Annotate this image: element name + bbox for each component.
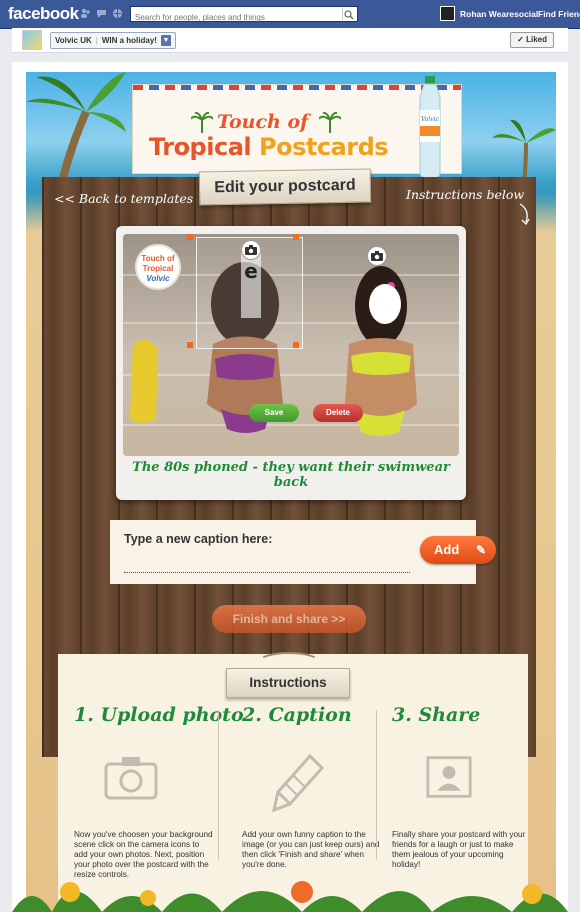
- finish-and-share-button[interactable]: Finish and share >>: [212, 605, 366, 633]
- svg-text:Volvic: Volvic: [421, 116, 440, 123]
- page-name-link[interactable]: Volvic UK: [55, 36, 92, 45]
- user-name-link[interactable]: Rohan Wearesocial: [460, 9, 538, 19]
- search-input[interactable]: [131, 10, 339, 25]
- checkmark-icon: ✓: [517, 35, 527, 44]
- facebook-logo[interactable]: facebook: [8, 4, 79, 24]
- add-caption-button[interactable]: Add ✎: [420, 536, 496, 564]
- badge-line1: Touch of: [141, 254, 175, 263]
- liked-label: Liked: [526, 35, 547, 44]
- notifications-icon[interactable]: [112, 8, 123, 19]
- resize-handle-bottom-right[interactable]: [293, 342, 299, 348]
- resize-handle-bottom-left[interactable]: [187, 342, 193, 348]
- column-divider: [218, 710, 219, 860]
- step-title: 2. Caption: [242, 704, 352, 726]
- caption-label: Type a new caption here:: [124, 532, 273, 546]
- page-breadcrumb[interactable]: Volvic UK | WIN a holiday! ▼: [50, 32, 176, 49]
- find-friends-link[interactable]: Find Friends: [538, 9, 580, 19]
- camera-icon[interactable]: [241, 240, 261, 260]
- curved-arrow-icon: [519, 203, 530, 226]
- volvic-bottle-image: Volvic: [419, 76, 441, 178]
- step-text: Finally share your postcard with your fr…: [392, 830, 526, 869]
- chevron-down-icon[interactable]: ▼: [160, 35, 171, 47]
- badge-line2: Tropical: [142, 264, 174, 273]
- delete-button[interactable]: Delete: [313, 404, 363, 422]
- banner-touch-of: Touch of: [217, 111, 309, 133]
- column-divider: [376, 710, 377, 860]
- search-box[interactable]: [130, 6, 358, 25]
- friend-requests-icon[interactable]: [80, 8, 91, 19]
- postcard-scene-image[interactable]: e Touch of Tropical Volvic Save Delete: [123, 234, 459, 456]
- step-title: 3. Share: [392, 704, 481, 726]
- postcard-icon: [426, 756, 472, 798]
- banner-postcards-word: Postcards: [258, 133, 389, 161]
- postcard-caption: The 80s phoned - they want their swimwea…: [132, 460, 450, 490]
- step-title: 1. Upload photo: [74, 704, 244, 726]
- touch-of-tropical-badge: Touch of Tropical Volvic: [135, 244, 181, 290]
- badge-line3: Volvic: [146, 274, 170, 283]
- banner-tropical-postcards: Tropical Postcards: [149, 133, 389, 161]
- page-thumbnail[interactable]: [22, 30, 42, 50]
- instructions-below-link[interactable]: Instructions below: [406, 187, 524, 202]
- search-icon[interactable]: [342, 8, 355, 20]
- resize-handle-top-left[interactable]: [187, 234, 193, 240]
- back-to-templates-link[interactable]: << Back to templates: [54, 191, 193, 206]
- messages-icon[interactable]: [96, 8, 107, 19]
- face-cutout-placeholder[interactable]: [369, 284, 401, 324]
- banner-tropical-word: Tropical: [149, 133, 252, 161]
- pencil-icon: ✎: [475, 543, 486, 557]
- svg-text:e: e: [244, 259, 258, 283]
- user-avatar[interactable]: [440, 6, 455, 21]
- edit-postcard-title: Edit your postcard: [198, 168, 372, 206]
- resize-handle-top-right[interactable]: [293, 234, 299, 240]
- add-label: Add: [434, 542, 460, 557]
- tropical-flowers-footer-illustration: [12, 881, 568, 912]
- palm-icon: [191, 111, 213, 133]
- facebook-top-bar: facebook Rohan Wearesocial Find Friends: [0, 0, 580, 29]
- camera-icon[interactable]: [367, 246, 387, 266]
- step-text: Add your own funny caption to the image …: [242, 830, 380, 869]
- page-header: Volvic UK | WIN a holiday! ▼ ✓ Liked: [12, 28, 568, 53]
- liked-button[interactable]: ✓ Liked: [510, 32, 554, 48]
- pencil-icon: [272, 754, 325, 813]
- camera-icon: [104, 757, 158, 800]
- caption-input[interactable]: [124, 552, 410, 573]
- app-canvas: Touch of Tropical Postcards Volvic Edit …: [12, 62, 568, 912]
- instructions-title: Instructions: [226, 668, 350, 698]
- save-button[interactable]: Save: [249, 404, 299, 422]
- tab-name[interactable]: WIN a holiday!: [102, 36, 157, 45]
- palm-icon: [319, 111, 341, 133]
- breadcrumb-separator: |: [95, 36, 98, 45]
- postcard-editor: e Touch of Tropical Volvic Save Delete T…: [116, 226, 466, 500]
